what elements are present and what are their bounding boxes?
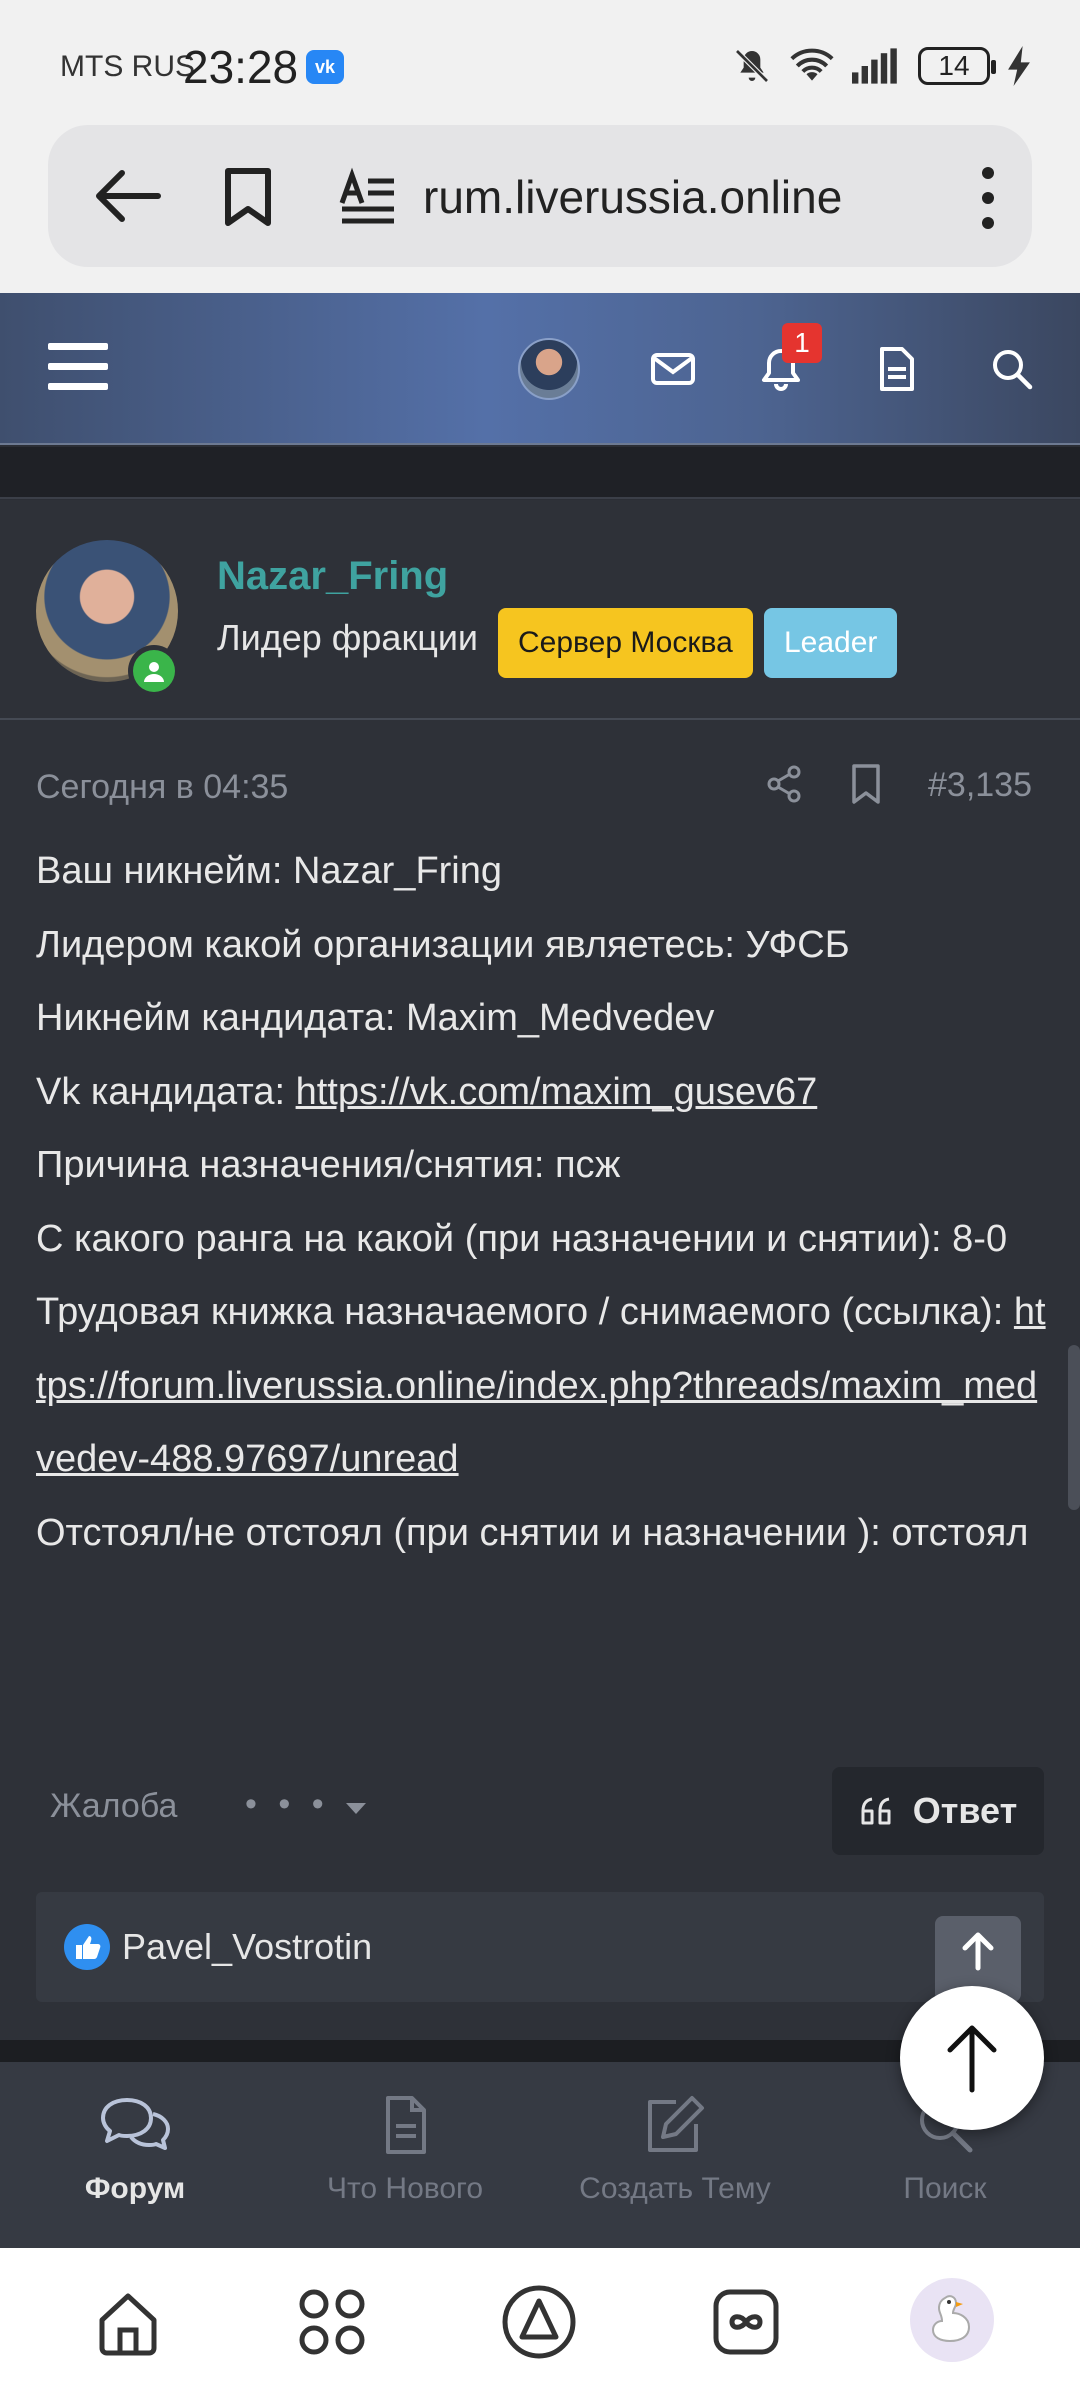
post-line: Никнейм кандидата: Maxim_Medvedev xyxy=(36,997,715,1039)
search-icon[interactable] xyxy=(984,341,1040,397)
tab-whats-new[interactable]: Что Нового xyxy=(270,2092,540,2206)
apps-grid-icon[interactable] xyxy=(296,2286,368,2358)
quote-icon xyxy=(861,1797,891,1825)
post-line-label: Трудовая книжка назначаемого / снимаемог… xyxy=(36,1291,1014,1333)
tab-label: Форум xyxy=(84,2172,186,2205)
scroll-to-top-button[interactable] xyxy=(900,1986,1044,2130)
scrollbar[interactable] xyxy=(1068,1345,1080,1510)
report-link[interactable]: Жалоба xyxy=(50,1787,177,1826)
caret-down-icon xyxy=(346,1803,367,1814)
tab-create-thread[interactable]: Создать Тему xyxy=(540,2092,810,2206)
wifi-icon xyxy=(790,48,834,81)
document-icon xyxy=(386,2096,426,2154)
liked-by-user[interactable]: Pavel_Vostrotin xyxy=(122,1926,372,1968)
goose-icon xyxy=(931,2295,971,2343)
post-line: Vk кандидата: https://vk.com/maxim_gusev… xyxy=(36,1056,1046,1130)
document-icon[interactable] xyxy=(868,341,924,397)
carrier-name: MTS RUS xyxy=(60,50,195,83)
more-label: • • • xyxy=(245,1785,330,1823)
reader-mode-icon[interactable] xyxy=(338,167,398,227)
charging-icon xyxy=(1008,46,1030,86)
post-line: Ваш никнейм: Nazar_Fring xyxy=(36,850,503,892)
server-badge: Сервер Москва xyxy=(498,608,753,678)
author-username[interactable]: Nazar_Fring xyxy=(217,554,448,599)
separator xyxy=(0,447,1080,499)
back-arrow-icon[interactable] xyxy=(88,161,168,231)
browser-bottom-nav xyxy=(0,2248,1080,2388)
tab-forum[interactable]: Форум xyxy=(0,2092,270,2206)
post-date[interactable]: Сегодня в 04:35 xyxy=(36,768,288,807)
alice-assistant-icon[interactable] xyxy=(500,2283,578,2361)
url-text[interactable]: rum.liverussia.online xyxy=(423,170,963,224)
post-body: Ваш никнейм: Nazar_Fring Лидером какой о… xyxy=(36,835,1046,1570)
post-line: Лидером какой организации являетесь: УФС… xyxy=(36,923,850,966)
post-line-label: Vk кандидата: xyxy=(36,1070,296,1113)
vk-link[interactable]: https://vk.com/maxim_gusev67 xyxy=(296,1071,818,1113)
post-author-bar: Nazar_Fring Лидер фракции Сервер Москва … xyxy=(0,500,1080,720)
status-icons: 14 xyxy=(732,44,1030,88)
reply-label: Ответ xyxy=(912,1790,1018,1831)
mail-icon[interactable] xyxy=(645,341,701,397)
account-avatar[interactable] xyxy=(518,338,580,400)
arrow-up-icon xyxy=(947,2025,997,2093)
battery-icon: 14 xyxy=(918,47,996,85)
signal-icon xyxy=(852,48,897,84)
arrow-up-icon xyxy=(962,1932,994,1971)
post-line: Причина назначения/снятия: псж xyxy=(36,1144,621,1186)
edit-icon xyxy=(648,2096,704,2152)
reactions-bar: Pavel_Vostrotin xyxy=(36,1892,1044,2002)
more-menu-icon[interactable] xyxy=(968,163,1008,233)
chat-bubbles-icon xyxy=(101,2098,170,2150)
share-icon[interactable] xyxy=(762,762,806,806)
status-bar: MTS RUS 23:28 vk 14 xyxy=(0,0,1080,125)
post-line: Отстоял/не отстоял (при снятии и назначе… xyxy=(36,1511,1029,1554)
tab-label: Поиск xyxy=(903,2172,987,2205)
more-actions[interactable]: • • • xyxy=(245,1785,367,1824)
home-icon[interactable] xyxy=(92,2286,164,2358)
reply-button[interactable]: Ответ xyxy=(832,1767,1044,1855)
online-status-icon xyxy=(128,645,180,697)
post-actions: Жалоба • • • Ответ xyxy=(0,1767,1080,1857)
address-bar[interactable]: rum.liverussia.online xyxy=(48,125,1032,267)
bookmark-icon[interactable] xyxy=(846,762,886,806)
menu-icon[interactable] xyxy=(48,343,108,393)
forum-post: Nazar_Fring Лидер фракции Сервер Москва … xyxy=(0,500,1080,2040)
vk-notification-icon: vk xyxy=(306,50,344,84)
notification-badge: 1 xyxy=(782,323,822,363)
tabs-infinity-icon[interactable] xyxy=(710,2286,782,2358)
leader-badge: Leader xyxy=(764,608,898,678)
profile-avatar[interactable] xyxy=(910,2278,994,2362)
tab-label: Что Нового xyxy=(326,2172,484,2205)
like-icon xyxy=(64,1924,110,1970)
status-time: 23:28 xyxy=(183,41,299,93)
author-title: Лидер фракции xyxy=(217,617,479,658)
post-number[interactable]: #3,135 xyxy=(928,766,1032,805)
mute-icon xyxy=(735,49,769,83)
tab-label: Создать Тему xyxy=(579,2172,771,2205)
browser-toolbar: rum.liverussia.online xyxy=(0,125,1080,293)
post-line: С какого ранга на какой (при назначении … xyxy=(36,1217,1008,1260)
bookmark-icon[interactable] xyxy=(218,165,278,229)
forum-header: 1 xyxy=(0,293,1080,445)
post-line: Трудовая книжка назначаемого / снимаемог… xyxy=(36,1276,1046,1497)
